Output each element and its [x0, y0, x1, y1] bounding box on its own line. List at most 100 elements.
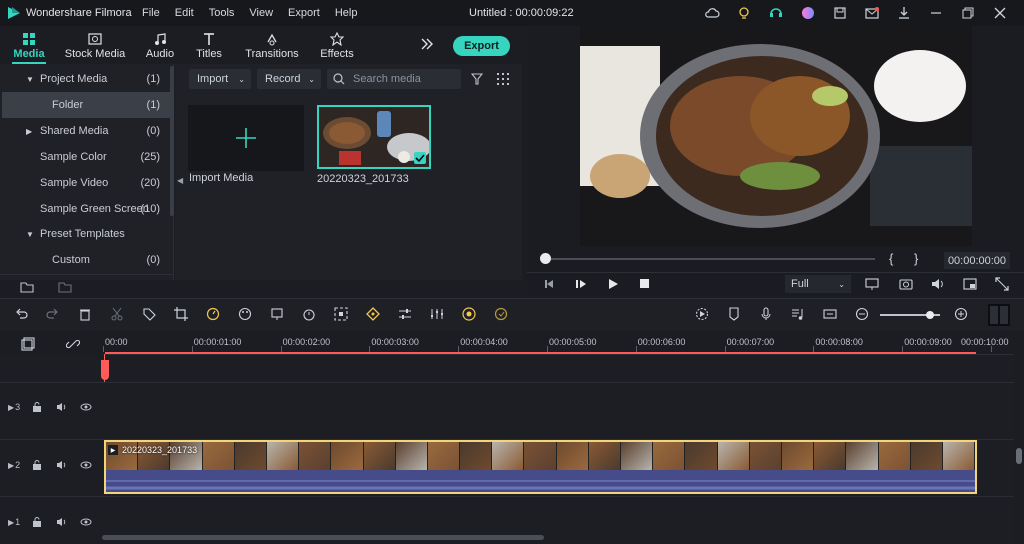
lock-icon[interactable]	[32, 402, 42, 412]
filter-icon[interactable]	[471, 73, 483, 85]
mute-icon[interactable]	[56, 460, 66, 470]
sidebar-item-folder[interactable]: Folder (1)	[2, 92, 170, 118]
auto-sync-icon[interactable]	[494, 307, 526, 321]
link-icon[interactable]	[66, 337, 80, 351]
menu-view[interactable]: View	[249, 7, 273, 19]
sidebar-item-sample-green-screen[interactable]: Sample Green Screen (10)	[0, 196, 170, 222]
undo-icon[interactable]	[14, 307, 46, 321]
tag-icon[interactable]	[142, 307, 174, 321]
pip-icon[interactable]	[963, 277, 977, 291]
search-box[interactable]: Search media	[327, 69, 461, 89]
import-media-tile[interactable]	[188, 105, 304, 171]
tab-titles[interactable]: Titles	[192, 26, 226, 64]
audio-mixer-icon[interactable]	[430, 307, 462, 321]
sidebar-item-project-media[interactable]: ▼ Project Media (1)	[0, 66, 170, 92]
video-preview[interactable]	[580, 26, 972, 246]
avatar-icon[interactable]	[800, 5, 832, 21]
marker-icon[interactable]	[727, 307, 759, 321]
new-folder-icon[interactable]	[20, 280, 34, 294]
step-play-icon[interactable]	[575, 278, 587, 290]
minimize-icon[interactable]	[928, 5, 960, 21]
snapshot-icon[interactable]	[899, 277, 913, 291]
ai-effect-icon[interactable]	[462, 307, 494, 321]
timeline-playhead[interactable]	[101, 360, 109, 380]
timeline-horizontal-scrollbar[interactable]	[102, 535, 544, 540]
close-icon[interactable]	[992, 5, 1016, 21]
timeline-video-clip[interactable]: ▶ 20220323_201733	[104, 440, 977, 494]
menu-export[interactable]: Export	[288, 7, 320, 19]
stop-icon[interactable]	[640, 279, 650, 289]
save-icon[interactable]	[832, 5, 864, 21]
eye-icon[interactable]	[80, 460, 92, 470]
eye-icon[interactable]	[80, 402, 92, 412]
crop-icon[interactable]	[174, 307, 206, 321]
tab-stock-media[interactable]: Stock Media	[64, 26, 126, 64]
prev-frame-icon[interactable]	[543, 278, 555, 290]
lock-icon[interactable]	[32, 460, 42, 470]
search-input[interactable]: Search media	[353, 73, 421, 85]
timeline-vertical-scrollbar[interactable]	[1016, 448, 1022, 464]
render-icon[interactable]	[695, 307, 727, 321]
play-icon[interactable]	[607, 278, 619, 290]
sidebar-item-custom[interactable]: Custom (0)	[0, 247, 170, 273]
mail-icon[interactable]	[864, 5, 896, 21]
mark-out-button[interactable]: }	[914, 251, 918, 266]
import-dropdown[interactable]: Import ⌄	[189, 69, 251, 89]
sidebar-item-shared-media[interactable]: ▶ Shared Media (0)	[0, 118, 170, 144]
sidebar-item-preset-templates[interactable]: ▼ Preset Templates	[0, 221, 170, 247]
playback-progress-track[interactable]	[545, 258, 875, 260]
keyframe-icon[interactable]	[366, 307, 398, 321]
fit-icon[interactable]	[334, 307, 366, 321]
fit-timeline-icon[interactable]	[823, 307, 855, 321]
menu-file[interactable]: File	[142, 7, 160, 19]
menu-edit[interactable]: Edit	[175, 7, 194, 19]
speed-icon[interactable]	[206, 307, 238, 321]
sidebar-item-sample-video[interactable]: Sample Video (20)	[0, 170, 170, 196]
redo-icon[interactable]	[46, 307, 78, 321]
add-track-icon[interactable]	[21, 337, 35, 351]
tab-media[interactable]: Media	[8, 26, 50, 64]
more-tabs-icon[interactable]	[420, 37, 434, 51]
zoom-slider-handle[interactable]	[926, 311, 934, 319]
playhead-handle[interactable]	[540, 253, 551, 264]
sidebar-item-sample-color[interactable]: Sample Color (25)	[0, 144, 170, 170]
grid-view-icon[interactable]	[497, 73, 509, 85]
collapse-arrow-icon[interactable]: ◀	[177, 176, 183, 185]
color-icon[interactable]	[238, 307, 270, 321]
bulb-icon[interactable]	[736, 5, 768, 21]
media-clip-thumbnail[interactable]	[317, 105, 431, 169]
eye-icon[interactable]	[80, 517, 92, 527]
zoom-in-icon[interactable]	[954, 307, 968, 321]
tab-transitions[interactable]: Transitions	[244, 26, 300, 64]
export-button[interactable]: Export	[453, 36, 510, 56]
volume-icon[interactable]	[931, 277, 945, 291]
sidebar-scrollbar[interactable]	[170, 66, 174, 216]
tab-effects[interactable]: Effects	[318, 26, 356, 64]
mute-icon[interactable]	[56, 402, 66, 412]
menu-tools[interactable]: Tools	[209, 7, 235, 19]
layout-toggle-icon[interactable]	[988, 304, 1010, 326]
delete-icon[interactable]	[78, 307, 110, 321]
duration-icon[interactable]	[302, 307, 334, 321]
zoom-out-icon[interactable]	[855, 307, 873, 321]
mark-in-button[interactable]: {	[889, 251, 893, 266]
microphone-icon[interactable]	[759, 307, 791, 321]
quality-dropdown[interactable]: Full ⌄	[785, 275, 851, 293]
tab-audio[interactable]: Audio	[142, 26, 178, 64]
mute-icon[interactable]	[56, 517, 66, 527]
stabilize-icon[interactable]	[270, 307, 302, 321]
monitor-icon[interactable]	[865, 277, 879, 291]
menu-help[interactable]: Help	[335, 7, 358, 19]
record-dropdown[interactable]: Record ⌄	[257, 69, 321, 89]
timeline-ruler[interactable]: 00:00 00:00:01:00 00:00:02:00 00:00:03:00 00…	[103, 332, 1014, 354]
cut-icon[interactable]	[110, 307, 142, 321]
adjust-icon[interactable]	[398, 307, 430, 321]
download-icon[interactable]	[896, 5, 928, 21]
support-icon[interactable]	[768, 5, 800, 21]
music-icon[interactable]	[791, 307, 823, 321]
restore-icon[interactable]	[960, 5, 992, 21]
folder-icon[interactable]	[58, 280, 72, 294]
fullscreen-icon[interactable]	[995, 277, 1009, 291]
lock-icon[interactable]	[32, 517, 42, 527]
cloud-icon[interactable]	[704, 5, 736, 21]
